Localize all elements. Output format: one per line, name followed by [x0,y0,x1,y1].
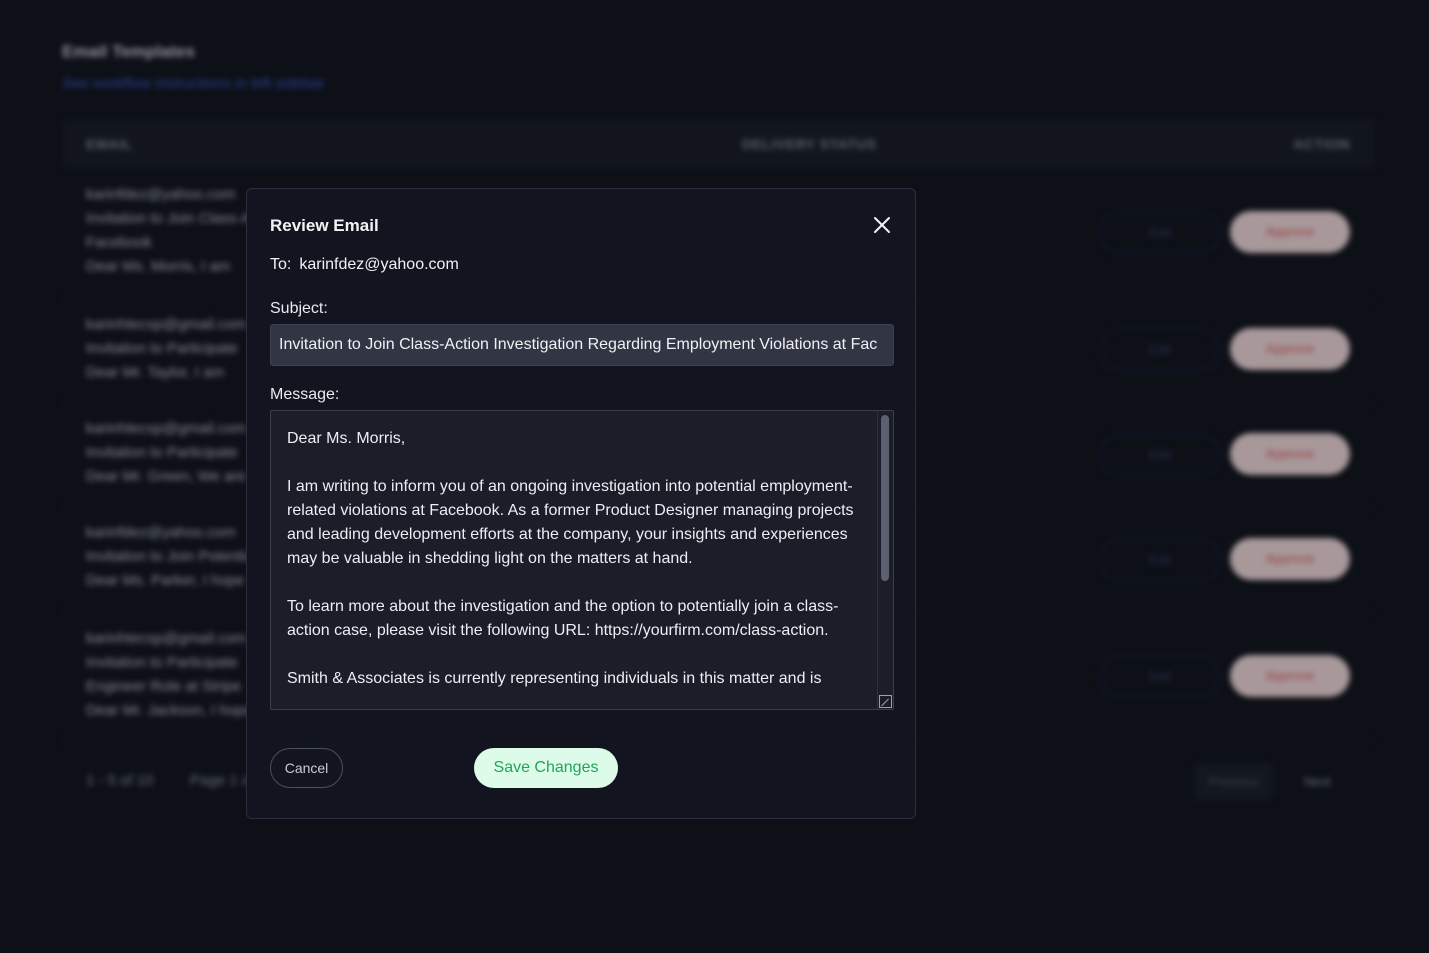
to-label: To: [270,256,292,273]
to-address: karinfdez@yahoo.com [299,256,459,273]
cancel-button[interactable]: Cancel [270,748,343,788]
review-email-modal: Review Email To: karinfdez@yahoo.com Subj… [246,188,916,819]
message-text[interactable]: Dear Ms. Morris, I am writing to inform … [287,427,859,691]
scrollbar-thumb[interactable] [881,415,889,581]
resize-handle-icon[interactable] [879,695,892,708]
message-label: Message: [270,386,340,403]
save-changes-button[interactable]: Save Changes [474,748,618,788]
close-icon [874,217,890,233]
message-textarea[interactable]: Dear Ms. Morris, I am writing to inform … [270,410,894,710]
subject-label: Subject: [270,300,328,317]
recipient-line: To: karinfdez@yahoo.com [270,256,459,274]
close-button[interactable] [871,214,893,236]
subject-input[interactable]: Invitation to Join Class-Action Investig… [270,324,894,366]
message-scrollbar[interactable] [877,411,893,709]
modal-title: Review Email [270,216,379,235]
